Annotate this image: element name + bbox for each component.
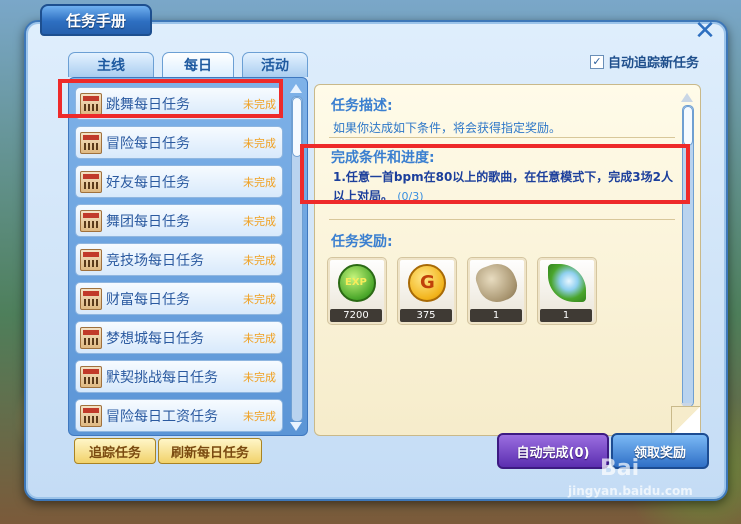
condition-text: 1.任意一首bpm在80以上的歌曲，在任意模式下，完成3场2人以上对局。 (0/… [333,168,683,206]
reward-count: 1 [470,309,522,322]
calendar-icon [80,170,102,193]
task-status: 未完成 [243,253,276,267]
window-title: 任务手册 [40,4,152,36]
reward-title: 任务奖励: [331,234,393,250]
watermark-logo: Bai [600,456,640,481]
gold-coin-icon: G [408,264,446,302]
condition-body: 任意一首bpm在80以上的歌曲，在任意模式下，完成3场2人以上对局。 [333,170,674,203]
tab-event[interactable]: 活动 [242,52,308,77]
auto-track-label: 自动追踪新任务 [608,56,700,71]
desc-text: 如果你达成如下条件，将会获得指定奖励。 [333,121,562,135]
scroll-thumb[interactable] [292,97,302,157]
scroll-thumb[interactable] [683,106,693,146]
task-item-dance[interactable]: 跳舞每日任务 未完成 [75,87,283,120]
task-item-arena[interactable]: 竞技场每日任务 未完成 [75,243,283,276]
calendar-icon [80,248,102,271]
gold-label: G [420,272,435,293]
task-list-panel: 跳舞每日任务 未完成 冒险每日任务 未完成 好友每日任务 未完成 舞团每日任务 … [68,77,308,436]
task-name: 跳舞每日任务 [106,96,190,113]
reward-slot-gold[interactable]: G 375 [397,257,457,325]
reward-slot-bag[interactable]: 1 [467,257,527,325]
reward-slot-exp[interactable]: EXP 7200 [327,257,387,325]
track-task-button[interactable]: 追踪任务 [74,438,156,464]
task-name: 冒险每日工资任务 [106,408,218,425]
page-corner-fold [671,406,700,435]
divider [329,219,675,220]
scroll-up-icon[interactable] [681,93,693,102]
task-name: 财富每日任务 [106,291,190,308]
task-status: 未完成 [243,370,276,384]
desc-title: 任务描述: [331,98,393,114]
task-status: 未完成 [243,175,276,189]
divider [329,137,675,138]
task-name: 冒险每日任务 [106,135,190,152]
task-item-dream-city[interactable]: 梦想城每日任务 未完成 [75,321,283,354]
leaf-item-icon [548,264,586,302]
reward-count: 7200 [330,309,382,322]
auto-track-toggle[interactable]: ✓ 自动追踪新任务 [590,52,699,71]
task-name: 舞团每日任务 [106,213,190,230]
task-status: 未完成 [243,292,276,306]
calendar-icon [80,92,102,115]
task-status: 未完成 [243,97,276,111]
exp-label: EXP [345,277,367,288]
task-detail-panel: 任务描述: 如果你达成如下条件，将会获得指定奖励。 完成条件和进度: 1.任意一… [314,84,701,436]
calendar-icon [80,287,102,310]
task-item-salary[interactable]: 冒险每日工资任务 未完成 [75,399,283,432]
watermark-site: jingyan.baidu.com [568,484,693,498]
tab-daily[interactable]: 每日 [162,52,234,77]
exp-orb-icon: EXP [338,264,376,302]
calendar-icon [80,326,102,349]
task-status: 未完成 [243,136,276,150]
detail-scrollbar[interactable] [682,105,694,407]
checkbox-checked-icon[interactable]: ✓ [590,54,604,69]
task-name: 竞技场每日任务 [106,252,204,269]
reward-count: 375 [400,309,452,322]
reward-slot-leaf[interactable]: 1 [537,257,597,325]
item-bag-icon [472,258,522,308]
task-name: 梦想城每日任务 [106,330,204,347]
condition-index: 1. [333,170,346,184]
calendar-icon [80,209,102,232]
refresh-daily-button[interactable]: 刷新每日任务 [158,438,262,464]
task-item-tacit[interactable]: 默契挑战每日任务 未完成 [75,360,283,393]
close-icon[interactable]: ✕ [692,18,718,44]
task-item-friend[interactable]: 好友每日任务 未完成 [75,165,283,198]
calendar-icon [80,131,102,154]
task-status: 未完成 [243,331,276,345]
tab-main[interactable]: 主线 [68,52,154,77]
scroll-down-icon[interactable] [290,422,302,431]
task-status: 未完成 [243,214,276,228]
condition-progress: (0/3) [397,190,424,203]
auto-complete-button[interactable]: 自动完成(0) [497,433,609,469]
scroll-up-icon[interactable] [290,84,302,93]
reward-count: 1 [540,309,592,322]
task-item-adventure[interactable]: 冒险每日任务 未完成 [75,126,283,159]
task-item-wealth[interactable]: 财富每日任务 未完成 [75,282,283,315]
task-item-guild[interactable]: 舞团每日任务 未完成 [75,204,283,237]
task-list-scrollbar[interactable] [291,96,303,422]
condition-title: 完成条件和进度: [331,150,435,166]
calendar-icon [80,365,102,388]
task-name: 好友每日任务 [106,174,190,191]
task-name: 默契挑战每日任务 [106,369,218,386]
task-status: 未完成 [243,409,276,423]
calendar-icon [80,404,102,427]
